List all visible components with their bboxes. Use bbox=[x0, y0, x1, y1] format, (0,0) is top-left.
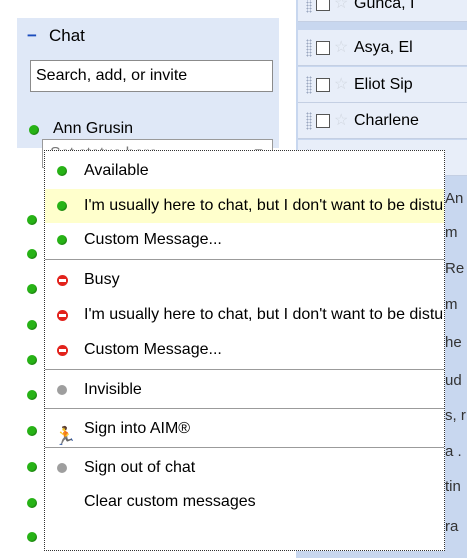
email-snippet: m bbox=[445, 296, 458, 313]
email-sender: Eliot Sip bbox=[354, 76, 413, 93]
my-name: Ann Grusin bbox=[53, 120, 134, 137]
menu-item-busy-custom[interactable]: Custom Message... bbox=[45, 333, 444, 367]
star-icon[interactable]: ☆ bbox=[334, 67, 348, 102]
green-dot-icon bbox=[57, 235, 67, 245]
menu-item-busy[interactable]: Busy bbox=[45, 263, 444, 297]
menu-item-label: Sign into AIM® bbox=[84, 420, 191, 437]
email-row[interactable]: ☆ Eliot Sip bbox=[298, 67, 467, 103]
menu-item-label: Busy bbox=[84, 271, 120, 288]
menu-item-label: Custom Message... bbox=[84, 341, 222, 358]
drag-handle-icon[interactable] bbox=[306, 0, 312, 13]
menu-item-label: Sign out of chat bbox=[84, 459, 196, 476]
red-busy-icon bbox=[57, 310, 68, 321]
email-row[interactable]: ☆ Asya, El bbox=[298, 30, 467, 66]
menu-item-label: I'm usually here to chat, but I don't wa… bbox=[84, 197, 444, 214]
email-checkbox[interactable] bbox=[316, 78, 330, 92]
drag-handle-icon[interactable] bbox=[306, 112, 312, 130]
gray-dot-icon bbox=[57, 385, 67, 395]
menu-item-label: Available bbox=[84, 162, 149, 179]
star-icon[interactable]: ☆ bbox=[334, 0, 348, 21]
contact-status-icon bbox=[27, 426, 37, 436]
contact-status-icon bbox=[27, 498, 37, 508]
red-busy-icon bbox=[57, 345, 68, 356]
email-snippet: s, r bbox=[445, 407, 466, 424]
menu-item-available-custom[interactable]: Custom Message... bbox=[45, 223, 444, 257]
email-snippet: ra bbox=[445, 518, 459, 535]
green-dot-icon bbox=[57, 201, 67, 211]
chat-title: Chat bbox=[49, 26, 85, 45]
email-snippet: a . bbox=[445, 443, 462, 460]
email-row[interactable]: ☆ Charlene bbox=[298, 103, 467, 139]
email-checkbox[interactable] bbox=[316, 41, 330, 55]
contact-status-icon bbox=[27, 532, 37, 542]
contact-status-icon bbox=[27, 320, 37, 330]
email-row[interactable]: ☆ Gunca, I bbox=[298, 0, 467, 22]
red-busy-icon bbox=[57, 275, 68, 286]
drag-handle-icon[interactable] bbox=[306, 39, 312, 57]
collapse-icon[interactable]: − bbox=[27, 26, 41, 46]
menu-divider bbox=[45, 259, 444, 260]
menu-item-busy-message[interactable]: I'm usually here to chat, but I don't wa… bbox=[45, 298, 444, 332]
contact-status-icon bbox=[27, 215, 37, 225]
menu-item-available[interactable]: Available bbox=[45, 154, 444, 188]
menu-item-label: Invisible bbox=[84, 381, 142, 398]
contact-status-icon bbox=[27, 249, 37, 259]
star-icon[interactable]: ☆ bbox=[334, 103, 348, 138]
menu-item-label: I'm usually here to chat, but I don't wa… bbox=[84, 306, 444, 323]
menu-divider bbox=[45, 447, 444, 448]
chat-search-input[interactable]: Search, add, or invite bbox=[30, 60, 273, 92]
contact-status-icon bbox=[27, 284, 37, 294]
gray-dot-icon bbox=[57, 463, 67, 473]
contact-status-icon bbox=[27, 462, 37, 472]
contact-status-icon bbox=[27, 355, 37, 365]
email-snippet: tin bbox=[445, 478, 461, 495]
chat-header[interactable]: − Chat bbox=[27, 26, 85, 46]
menu-item-available-message[interactable]: I'm usually here to chat, but I don't wa… bbox=[45, 189, 444, 223]
email-snippet: ud bbox=[445, 372, 462, 389]
email-sender: Charlene bbox=[354, 112, 419, 129]
email-checkbox[interactable] bbox=[316, 0, 330, 11]
menu-item-clear-messages[interactable]: Clear custom messages bbox=[45, 485, 444, 519]
email-snippet: m bbox=[445, 224, 458, 241]
my-status-icon bbox=[29, 125, 39, 135]
email-snippet: he bbox=[445, 334, 462, 351]
menu-item-label: Custom Message... bbox=[84, 231, 222, 248]
menu-divider bbox=[45, 369, 444, 370]
email-sender: Asya, El bbox=[354, 39, 413, 56]
aim-running-man-icon: 🏃 bbox=[54, 426, 77, 446]
menu-item-invisible[interactable]: Invisible bbox=[45, 373, 444, 407]
menu-item-aim[interactable]: 🏃 Sign into AIM® bbox=[45, 412, 444, 446]
status-menu: Available I'm usually here to chat, but … bbox=[44, 150, 445, 551]
email-snippet: An bbox=[445, 190, 464, 207]
star-icon[interactable]: ☆ bbox=[334, 30, 348, 65]
email-checkbox[interactable] bbox=[316, 114, 330, 128]
email-sender: Gunca, I bbox=[354, 0, 415, 12]
drag-handle-icon[interactable] bbox=[306, 76, 312, 94]
email-snippet: Re bbox=[445, 260, 465, 277]
menu-item-sign-out[interactable]: Sign out of chat bbox=[45, 451, 444, 485]
menu-divider bbox=[45, 408, 444, 409]
green-dot-icon bbox=[57, 166, 67, 176]
menu-item-label: Clear custom messages bbox=[84, 493, 256, 510]
contact-status-icon bbox=[27, 390, 37, 400]
